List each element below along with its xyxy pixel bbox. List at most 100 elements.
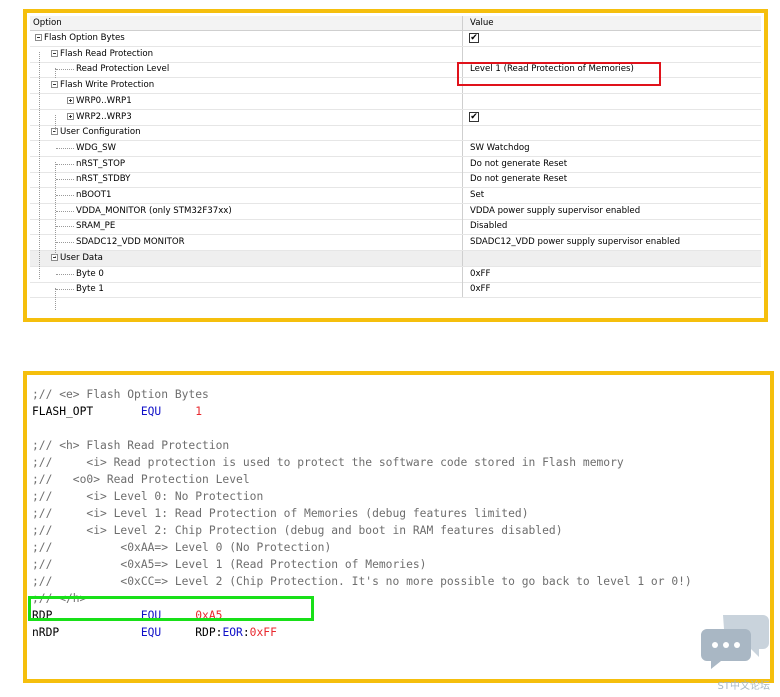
code-token: ;// <h> Flash Read Protection <box>32 439 230 452</box>
option-cell: Flash Option Bytes <box>30 31 463 46</box>
value-checkbox[interactable]: ✔ <box>469 111 479 122</box>
tree-connector <box>56 210 74 212</box>
option-label: WRP0..WRP1 <box>76 95 132 106</box>
value-cell[interactable] <box>467 251 761 266</box>
expand-icon[interactable] <box>67 96 74 104</box>
tree-connector <box>56 69 74 71</box>
option-row[interactable]: nBOOT1 Set <box>30 188 761 204</box>
tree-connector <box>56 226 74 228</box>
value-cell[interactable]: SDADC12_VDD power supply supervisor enab… <box>467 235 761 250</box>
value-cell[interactable]: ✔ <box>467 110 761 125</box>
option-cell: SDADC12_VDD MONITOR <box>30 235 463 251</box>
option-header-label: Option <box>33 18 62 28</box>
option-label: Flash Write Protection <box>60 80 155 91</box>
value-cell[interactable]: 0xFF <box>467 282 761 297</box>
value-header-label: Value <box>470 18 494 28</box>
option-cell: nRST_STOP <box>30 156 463 172</box>
collapse-icon[interactable] <box>51 81 58 89</box>
option-label: Byte 0 <box>76 268 104 279</box>
option-row[interactable]: SDADC12_VDD MONITOR SDADC12_VDD power sup… <box>30 235 761 252</box>
value-cell[interactable]: 0xFF <box>467 267 761 282</box>
option-cell: Byte 0 <box>30 266 463 282</box>
option-cell: Flash Write Protection <box>30 78 463 94</box>
option-value: VDDA power supply supervisor enabled <box>470 205 641 216</box>
chat-bubble-icon <box>701 615 769 669</box>
tree-guide <box>55 115 56 132</box>
option-value: SW Watchdog <box>470 142 530 153</box>
option-value: Disabled <box>470 221 508 232</box>
code-token: ;// <i> Level 1: Read Protection of Memo… <box>32 507 529 520</box>
expand-icon[interactable] <box>67 112 74 120</box>
option-value: SDADC12_VDD power supply supervisor enab… <box>470 237 681 248</box>
code-token: ;// <0xAA=> Level 0 (No Protection) <box>32 541 332 554</box>
tree-guide <box>39 52 40 279</box>
value-checkbox[interactable]: ✔ <box>469 33 479 43</box>
code-token: ;// <i> Level 2: Chip Protection (debug … <box>32 524 563 537</box>
code-token: ;// <0xCC=> Level 2 (Chip Protection. It… <box>32 575 692 588</box>
tree-connector <box>56 242 74 244</box>
option-label: Flash Read Protection <box>60 48 154 59</box>
option-cell: VDDA_MONITOR (only STM32F37xx) <box>30 203 463 219</box>
value-cell[interactable]: Disabled <box>467 219 761 234</box>
option-value: Do not generate Reset <box>470 158 568 169</box>
tree-connector <box>56 147 74 149</box>
read-protection-level-highlight <box>457 62 661 86</box>
code-token: ;// <i> Level 0: No Protection <box>32 490 264 503</box>
tree-connector <box>56 273 74 275</box>
option-label: SRAM_PE <box>76 221 116 232</box>
value-column-header[interactable]: Value <box>467 16 761 30</box>
value-cell[interactable]: Do not generate Reset <box>467 157 761 172</box>
option-label: User Configuration <box>60 127 141 138</box>
value-cell[interactable]: ✔ <box>467 31 761 46</box>
tree-guide <box>55 288 56 310</box>
value-cell[interactable]: VDDA power supply supervisor enabled <box>467 204 761 219</box>
value-cell[interactable]: SW Watchdog <box>467 141 761 156</box>
value-cell[interactable] <box>467 47 761 62</box>
option-cell: Read Protection Level <box>30 62 463 78</box>
code-token: 1 <box>195 405 203 418</box>
option-cell: User Data <box>30 250 463 266</box>
code-token: : <box>242 626 250 639</box>
tree-connector <box>56 163 74 165</box>
option-row[interactable]: WDG_SW SW Watchdog <box>30 140 761 157</box>
option-label: nRST_STOP <box>76 158 126 169</box>
option-label: User Data <box>60 252 103 263</box>
option-label: Flash Option Bytes <box>44 33 125 43</box>
code-token: ;// <o0> Read Protection Level <box>32 473 250 486</box>
option-row[interactable]: SRAM_PE Disabled <box>30 219 761 236</box>
collapse-icon[interactable] <box>51 49 58 57</box>
option-row[interactable]: User Data <box>30 250 761 267</box>
option-row[interactable]: nRST_STOP Do not generate Reset <box>30 156 761 173</box>
code-token: nRDP <box>32 626 141 639</box>
watermark-text: ST中文论坛 <box>717 681 770 692</box>
collapse-icon[interactable] <box>35 34 42 41</box>
value-cell[interactable] <box>467 125 761 140</box>
option-value: Set <box>470 190 485 200</box>
option-label: VDDA_MONITOR (only STM32F37xx) <box>76 205 232 216</box>
option-row[interactable]: VDDA_MONITOR (only STM32F37xx) VDDA power… <box>30 203 761 220</box>
value-cell[interactable]: Set <box>467 188 761 203</box>
option-cell: Flash Read Protection <box>30 46 463 62</box>
code-panel: ;// <e> Flash Option Bytes FLASH_OPT EQU… <box>23 371 774 683</box>
option-row[interactable]: WRP0..WRP1 <box>30 93 761 110</box>
option-row[interactable]: nRST_STDBY Do not generate Reset <box>30 172 761 189</box>
value-cell[interactable] <box>467 94 761 109</box>
tree-connector <box>56 195 74 196</box>
option-label: Read Protection Level <box>76 64 170 75</box>
option-column-header[interactable]: Option <box>30 16 463 30</box>
option-row[interactable]: Flash Option Bytes ✔ <box>30 31 761 47</box>
option-row[interactable]: Byte 1 0xFF <box>30 282 761 299</box>
option-cell: SRAM_PE <box>30 219 463 235</box>
value-cell[interactable]: Do not generate Reset <box>467 172 761 187</box>
option-row[interactable]: Flash Read Protection <box>30 46 761 63</box>
option-row[interactable]: WRP2..WRP3 ✔ <box>30 109 761 126</box>
option-label: nBOOT1 <box>76 190 112 200</box>
tree-connector <box>56 179 74 181</box>
grid-header: Option Value <box>30 16 761 31</box>
option-row[interactable]: Byte 0 0xFF <box>30 266 761 283</box>
tree-guide <box>55 162 56 257</box>
option-row[interactable]: User Configuration <box>30 125 761 142</box>
code-token: EQU <box>140 626 162 639</box>
code-token: ;// <e> Flash Option Bytes <box>32 388 209 401</box>
